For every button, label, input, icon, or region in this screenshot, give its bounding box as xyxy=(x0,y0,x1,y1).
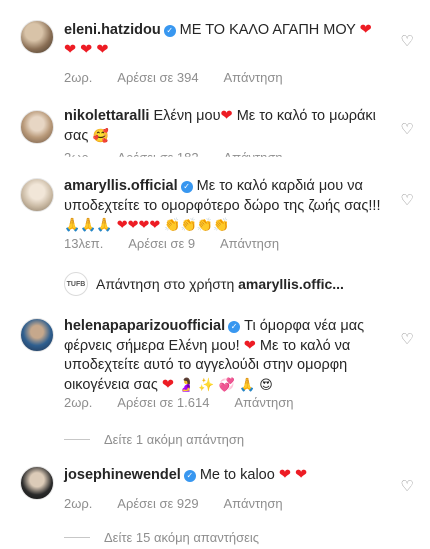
like-heart-icon[interactable]: ♡ xyxy=(398,479,416,495)
reply-to-username: amaryllis.offic... xyxy=(238,276,344,292)
reply-to-prefix: Απάντηση στο χρήστη xyxy=(96,276,235,292)
comment-body: Me to kaloo xyxy=(199,467,275,483)
verified-badge-icon: ✓ xyxy=(163,25,176,37)
comment-text: nikolettaralli Ελένη μου❤ Με το καλό το … xyxy=(64,107,382,146)
verified-badge-icon: ✓ xyxy=(180,181,193,193)
emoji-trail: 🙏🙏🙏 ❤❤❤❤ 👏👏👏👏 xyxy=(64,218,230,233)
timestamp: 2ωρ. xyxy=(64,496,93,511)
comment-meta: 2ωρ. Αρέσει σε 182 Απάντηση xyxy=(64,150,305,165)
divider-line xyxy=(64,439,90,440)
comment-text: amaryllis.official ✓ Με το καλό καρδιά μου… xyxy=(64,177,382,236)
username[interactable]: amaryllis.official xyxy=(64,178,178,194)
reply-to-text[interactable]: Απάντηση στο χρήστη amaryllis.offic... xyxy=(96,276,344,292)
reply-button[interactable]: Απάντηση xyxy=(224,150,283,157)
likes-count[interactable]: Αρέσει σε 9 xyxy=(128,236,195,251)
likes-count[interactable]: Αρέσει σε 394 xyxy=(117,70,198,85)
smiling-face-emoji: 🥰 xyxy=(88,128,109,144)
reply-button[interactable]: Απάντηση xyxy=(234,395,293,410)
likes-count[interactable]: Αρέσει σε 1.614 xyxy=(117,395,209,410)
comment-text: eleni.hatzidou ✓ ΜΕ ΤΟ ΚΑΛΟ ΑΓΑΠΗ ΜΟΥ ❤ ❤ … xyxy=(64,21,382,60)
reply-avatar: TUFB xyxy=(64,272,88,296)
view-more-replies[interactable]: Δείτε 15 ακόμη απαντήσεις xyxy=(64,530,259,545)
username[interactable]: helenapaparizouofficial xyxy=(64,318,225,334)
reply-button[interactable]: Απάντηση xyxy=(220,236,279,251)
heart-emoji: ❤ xyxy=(359,22,372,38)
username[interactable]: eleni.hatzidou xyxy=(64,22,161,38)
like-heart-icon[interactable]: ♡ xyxy=(398,122,416,138)
like-heart-icon[interactable]: ♡ xyxy=(398,193,416,209)
timestamp: 2ωρ. xyxy=(64,150,93,165)
emoji-trail: 🤰 ✨ 💞 🙏 😍 xyxy=(178,377,273,393)
reply-button[interactable]: Απάντηση xyxy=(224,496,283,511)
username[interactable]: nikolettaralli xyxy=(64,108,149,124)
comment-text: josephinewendel ✓ Me to kaloo ❤ ❤ xyxy=(64,466,382,486)
verified-badge-icon: ✓ xyxy=(228,321,241,333)
likes-count[interactable]: Αρέσει σε 182 xyxy=(117,150,198,157)
timestamp: 13λεπ. xyxy=(64,236,104,251)
like-heart-icon[interactable]: ♡ xyxy=(398,34,416,50)
comment-meta: 2ωρ. Αρέσει σε 929 Απάντηση xyxy=(64,496,305,511)
heart-emoji: ❤ ❤ xyxy=(278,467,308,483)
view-more-replies[interactable]: Δείτε 1 ακόμη απάντηση xyxy=(64,432,244,447)
comment-body: Ελένη μου xyxy=(153,108,221,124)
timestamp: 2ωρ. xyxy=(64,70,93,85)
comment-meta: 13λεπ. Αρέσει σε 9 Απάντηση xyxy=(64,236,301,251)
username[interactable]: josephinewendel xyxy=(64,467,181,483)
like-heart-icon[interactable]: ♡ xyxy=(398,332,416,348)
timestamp: 2ωρ. xyxy=(64,395,93,410)
avatar[interactable] xyxy=(20,318,54,352)
heart-emoji: ❤ xyxy=(243,337,256,354)
avatar[interactable] xyxy=(20,110,54,144)
avatar[interactable] xyxy=(20,466,54,500)
view-more-replies-label: Δείτε 1 ακόμη απάντηση xyxy=(104,432,245,447)
heart-emoji: ❤ xyxy=(220,108,233,124)
comment-body: ΜΕ ΤΟ ΚΑΛΟ ΑΓΑΠΗ ΜΟΥ xyxy=(179,22,356,38)
reply-button[interactable]: Απάντηση xyxy=(224,70,283,85)
view-more-replies-label: Δείτε 15 ακόμη απαντήσεις xyxy=(104,530,260,545)
heart-emoji: ❤ xyxy=(161,376,174,393)
comment-meta: 2ωρ. Αρέσει σε 1.614 Απάντηση xyxy=(64,395,315,410)
divider-line xyxy=(64,537,90,538)
avatar[interactable] xyxy=(20,20,54,54)
comment-text: helenapaparizouofficial ✓ Τι όμορφα νέα μα… xyxy=(64,317,382,395)
comment-meta: 2ωρ. Αρέσει σε 394 Απάντηση xyxy=(64,70,305,85)
heart-emoji: ❤ ❤ ❤ xyxy=(64,41,109,58)
avatar[interactable] xyxy=(20,178,54,212)
likes-count[interactable]: Αρέσει σε 929 xyxy=(117,496,198,511)
verified-badge-icon: ✓ xyxy=(183,470,196,482)
